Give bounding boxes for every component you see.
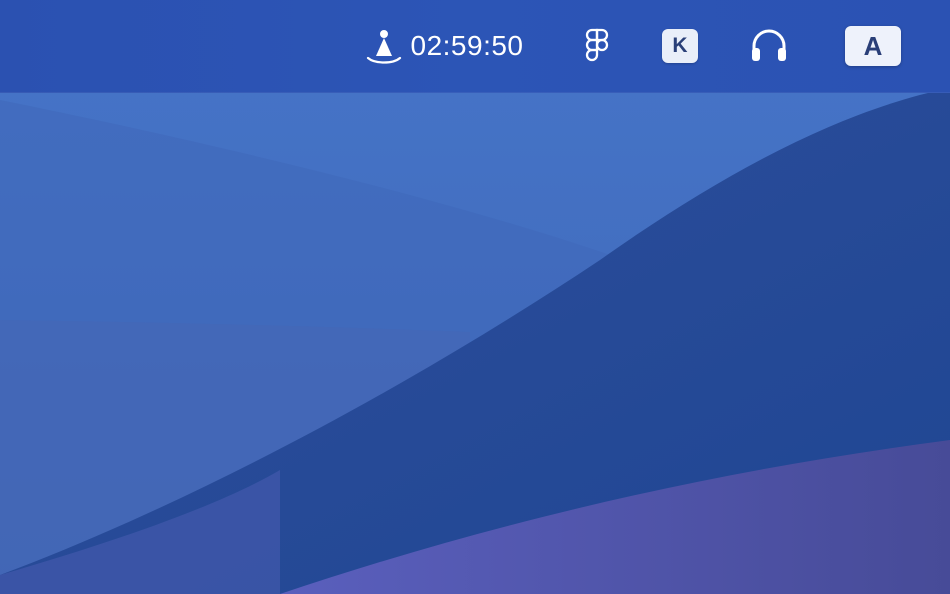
figma-menu-item[interactable] xyxy=(578,0,616,92)
timer-menu-item[interactable]: 02:59:50 xyxy=(352,0,536,92)
timer-value: 02:59:50 xyxy=(410,30,524,61)
input-source-menu-item[interactable]: A xyxy=(845,0,901,92)
k-app-menu-item[interactable]: K xyxy=(661,0,699,92)
desktop-screen: 02:59:50 K A xyxy=(0,0,950,594)
menu-bar: 02:59:50 K A xyxy=(0,0,950,93)
headphones-icon xyxy=(752,29,786,61)
headphones-menu-item[interactable] xyxy=(748,0,790,92)
timer-bell-icon xyxy=(366,30,401,64)
figma-icon xyxy=(585,28,609,62)
k-app-badge: K xyxy=(662,29,698,63)
input-source-badge: A xyxy=(845,26,901,66)
